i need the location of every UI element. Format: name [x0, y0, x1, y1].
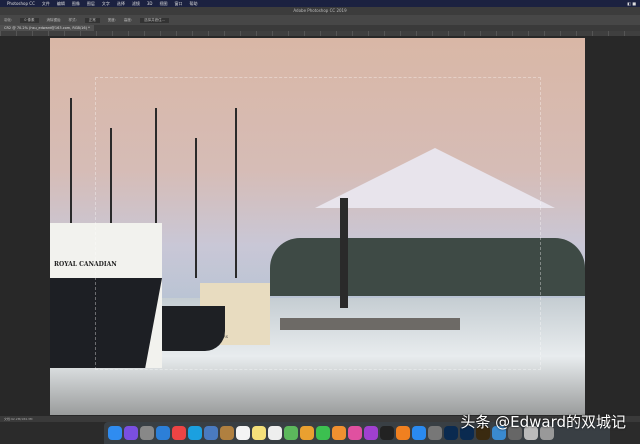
select-mask-button[interactable]: 选择并遮住... — [140, 17, 169, 23]
dock-photoshop-icon[interactable] — [444, 426, 458, 440]
dock-facetime-icon[interactable] — [316, 426, 330, 440]
status-icons[interactable]: ◧ ■ — [627, 1, 636, 6]
menu-type[interactable]: 文字 — [102, 1, 110, 7]
dock-ibooks-icon[interactable] — [396, 426, 410, 440]
dock-photos-icon[interactable] — [300, 426, 314, 440]
dock-maxthon-icon[interactable] — [188, 426, 202, 440]
selection-marquee — [95, 77, 541, 370]
dock-safari-icon[interactable] — [156, 426, 170, 440]
menu-help[interactable]: 帮助 — [190, 1, 198, 7]
antialias-checkbox[interactable]: 消除锯齿 — [47, 18, 61, 23]
menu-file[interactable]: 文件 — [42, 1, 50, 7]
dock-appletv-icon[interactable] — [380, 426, 394, 440]
dock-appstore-icon[interactable] — [412, 426, 426, 440]
dock-launchpad-icon[interactable] — [140, 426, 154, 440]
dock-podcasts-icon[interactable] — [364, 426, 378, 440]
app-menu[interactable]: Photoshop CC — [7, 1, 35, 6]
mast — [70, 98, 72, 228]
dock-calendar-icon[interactable] — [236, 426, 250, 440]
width-label[interactable]: 宽度: — [108, 18, 116, 23]
dock-texteditor-icon[interactable] — [268, 426, 282, 440]
height-label[interactable]: 高度: — [124, 18, 132, 23]
window-title: Adobe Photoshop CC 2019 — [0, 7, 640, 15]
menu-view[interactable]: 视图 — [160, 1, 168, 7]
dock-chrome-icon[interactable] — [172, 426, 186, 440]
menu-bar: Photoshop CC 文件 编辑 图像 图层 文字 选择 滤镜 3D 视图 … — [0, 0, 640, 7]
menu-window[interactable]: 窗口 — [175, 1, 183, 7]
menu-edit[interactable]: 编辑 — [57, 1, 65, 7]
menu-select[interactable]: 选择 — [117, 1, 125, 7]
watermark: 头条 @Edward的双城记 — [460, 413, 626, 431]
dock-siri-icon[interactable] — [124, 426, 138, 440]
feather-label: 羽化: — [4, 17, 13, 22]
dock-maps-icon[interactable] — [284, 426, 298, 440]
dock-stickies-icon[interactable] — [252, 426, 266, 440]
dock-books-icon[interactable] — [332, 426, 346, 440]
dock-notes-icon[interactable] — [220, 426, 234, 440]
feather-input[interactable]: 0 像素 — [20, 17, 39, 23]
dock-finder-icon[interactable] — [108, 426, 122, 440]
style-label: 样式: — [68, 17, 77, 22]
menu-image[interactable]: 图像 — [72, 1, 80, 7]
menu-3d[interactable]: 3D — [147, 1, 153, 6]
dock-preview-icon[interactable] — [204, 426, 218, 440]
menu-filter[interactable]: 滤镜 — [132, 1, 140, 7]
menu-layer[interactable]: 图层 — [87, 1, 95, 7]
dock-itunes-icon[interactable] — [348, 426, 362, 440]
style-select[interactable]: 正常 — [84, 17, 100, 23]
dock-preferences-icon[interactable] — [428, 426, 442, 440]
options-bar: 羽化: 0 像素 消除锯齿 样式: 正常 宽度: 高度: 选择并遮住... — [0, 15, 640, 25]
